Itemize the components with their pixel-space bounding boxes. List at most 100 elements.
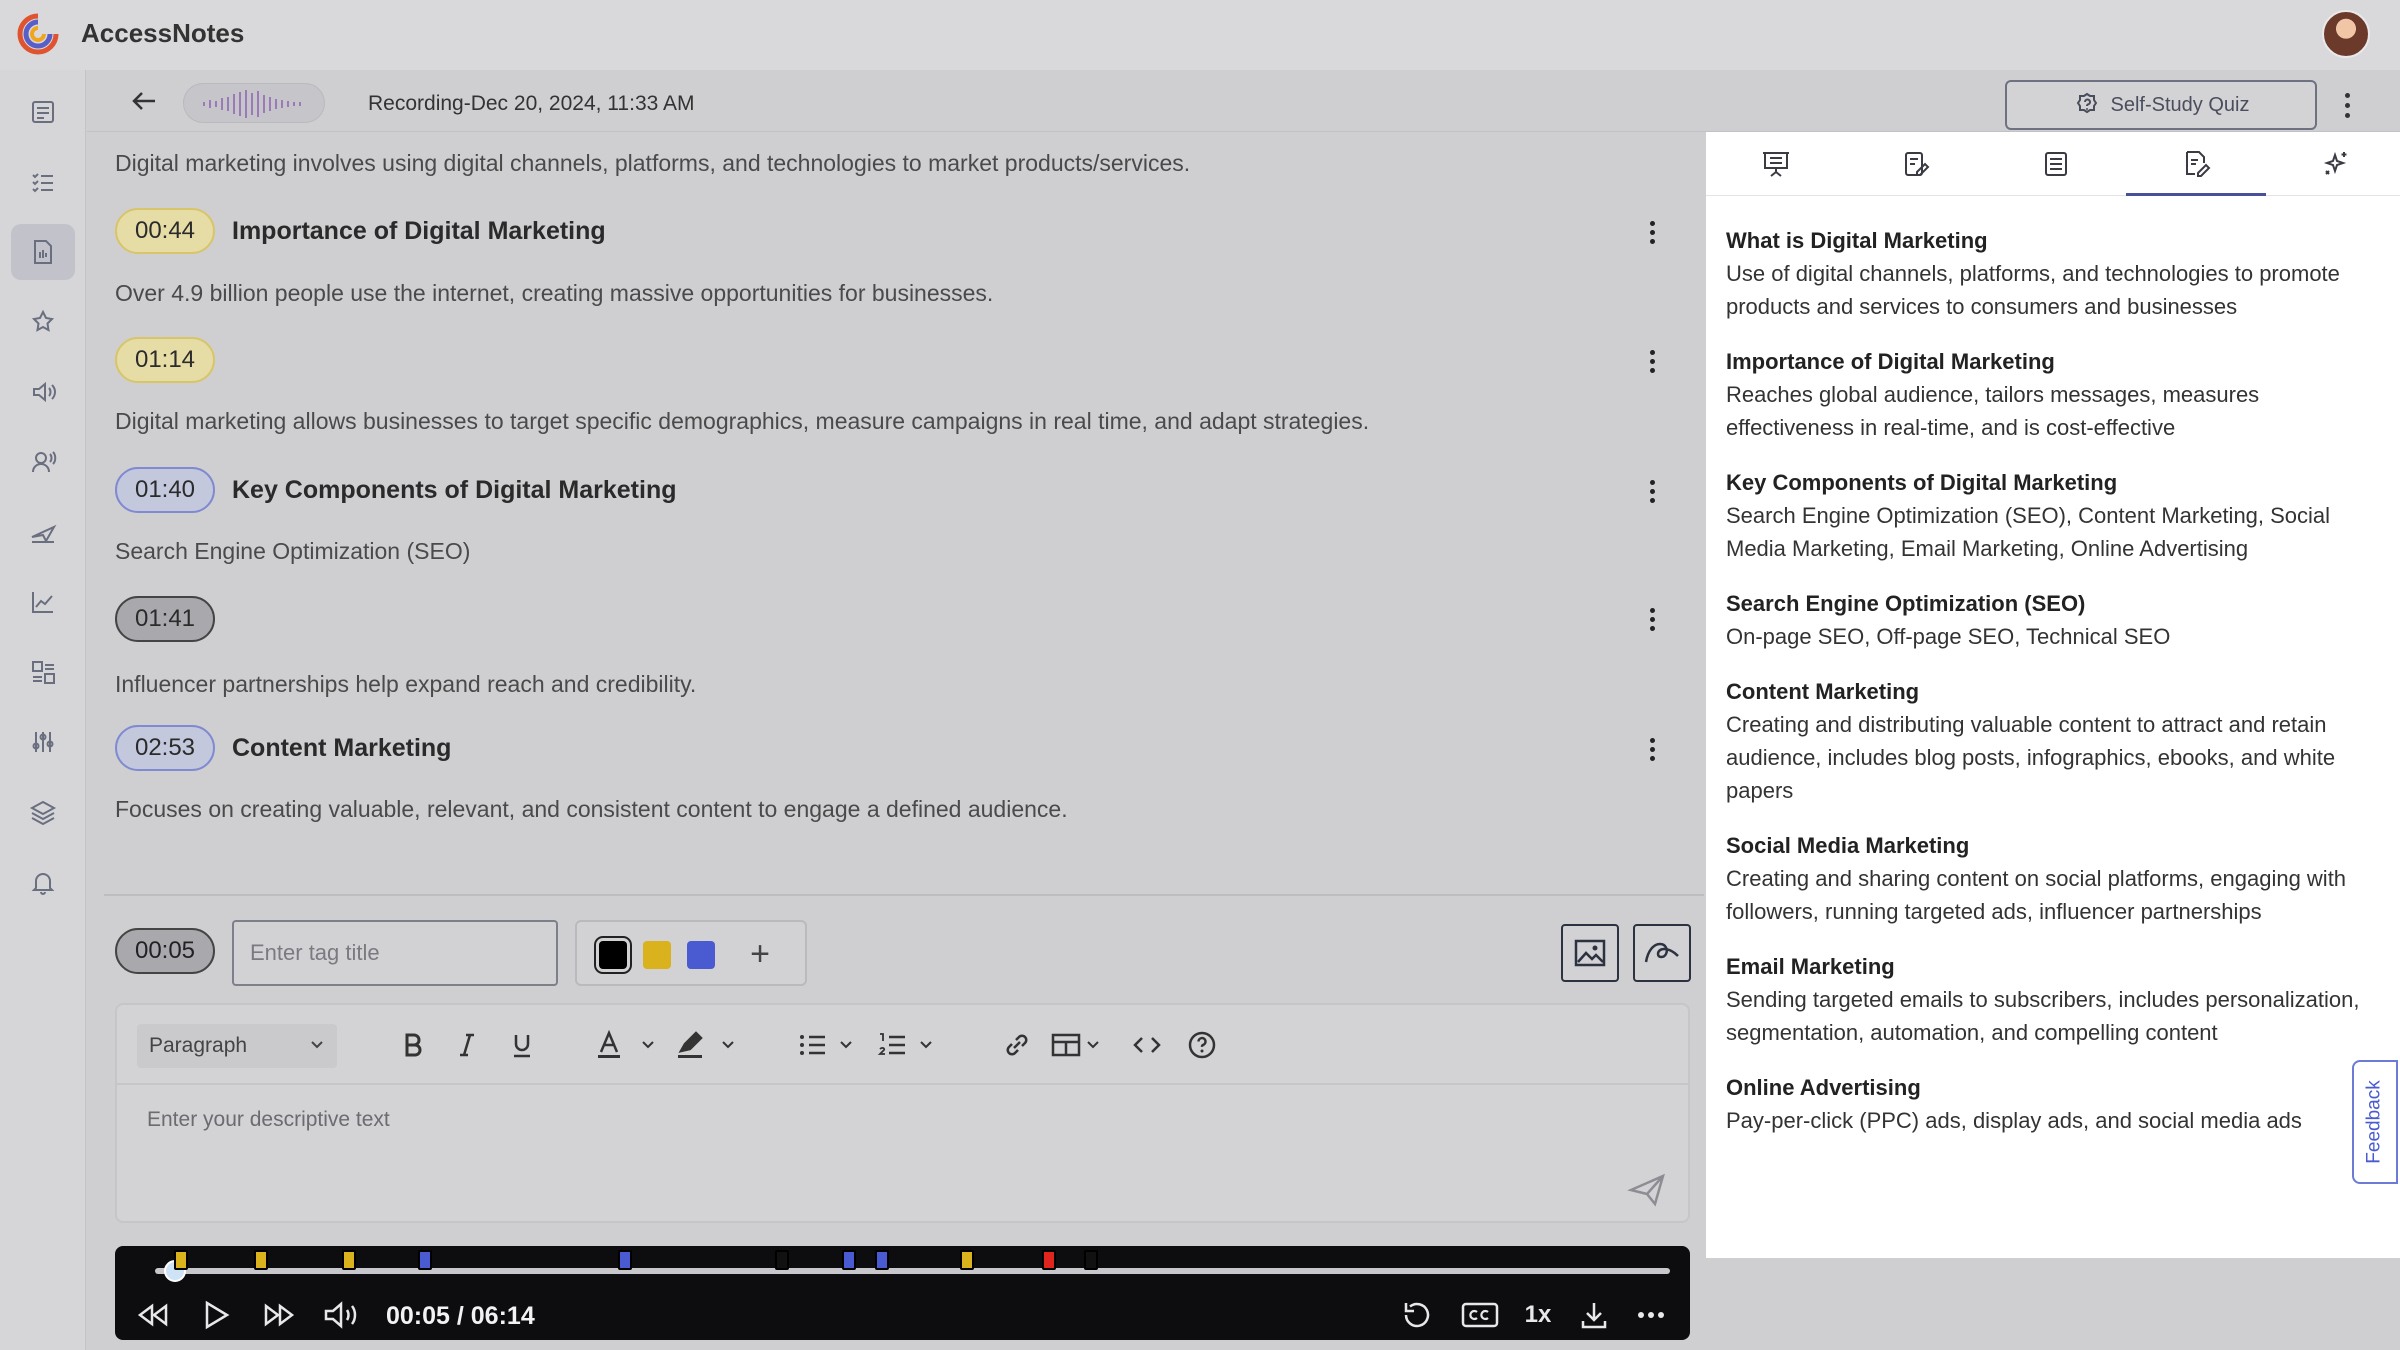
note-title: Key Components of Digital Marketing [1726,470,2118,495]
paper-plane-icon[interactable] [11,504,75,560]
text-color-icon [598,1030,654,1058]
tab-presentation[interactable] [1706,132,1846,196]
playback-time: 00:05 / 06:14 [386,1302,535,1330]
sparkle-icon [2323,151,2347,175]
back-button[interactable] [127,84,161,118]
underline-button[interactable] [504,1025,540,1065]
chevron-down-icon [311,1041,323,1049]
insert-image-button[interactable] [1561,924,1619,982]
timestamp-badge[interactable]: 01:41 [115,596,215,642]
timeline-marker[interactable] [254,1250,269,1270]
timeline-marker[interactable] [173,1250,188,1270]
layout-icon[interactable] [11,644,75,700]
document-edit-icon [1905,152,1930,176]
segment-menu-button[interactable] [1640,473,1664,509]
segment-menu-button[interactable] [1640,214,1664,250]
tab-document-edit[interactable] [1846,132,1986,196]
timestamp-badge[interactable]: 01:40 [115,467,215,513]
fast-forward-button[interactable] [259,1298,299,1332]
progress-track[interactable] [155,1268,1670,1274]
color-swatch-blue[interactable] [687,941,715,969]
rewind-button[interactable] [133,1298,173,1332]
notes-icon[interactable] [11,84,75,140]
segment-text: Digital marketing allows businesses to t… [115,408,1370,434]
volume-button[interactable] [320,1298,362,1332]
segment-heading: Content Marketing [232,734,452,762]
segment-menu-button[interactable] [1640,343,1664,379]
segment-menu-button[interactable] [1640,601,1664,637]
feedback-tab[interactable]: Feedback [2352,1060,2398,1184]
self-study-quiz-button[interactable]: Self-Study Quiz [2005,80,2317,130]
waveform-pill[interactable] [183,83,325,123]
top-bar: AccessNotes [0,0,2400,70]
link-icon [1006,1034,1028,1056]
description-editor-input[interactable]: Enter your descriptive text [147,1108,390,1132]
timestamp-badge[interactable]: 01:14 [115,337,215,383]
color-swatch-yellow[interactable] [643,941,671,969]
highlight-color-button[interactable] [675,1025,745,1065]
app-logo-icon [17,13,59,55]
code-button[interactable] [1127,1025,1167,1065]
download-button[interactable] [1574,1298,1614,1332]
italic-button[interactable] [449,1025,485,1065]
checklist-icon[interactable] [11,154,75,210]
speaker-icon[interactable] [11,364,75,420]
text-color-button[interactable] [595,1025,665,1065]
summary-note: Key Components of Digital Marketing Sear… [1726,466,2376,565]
player-more-button[interactable] [1631,1298,1671,1332]
tag-color-picker: + [575,920,807,986]
signature-icon [1644,942,1679,963]
sliders-icon[interactable] [11,714,75,770]
play-button[interactable] [198,1298,234,1332]
tag-title-input[interactable] [232,920,558,986]
insert-link-button[interactable] [997,1025,1037,1065]
replay-icon [1404,1302,1430,1328]
chart-line-icon[interactable] [11,574,75,630]
image-icon [1574,939,1606,967]
star-icon[interactable] [11,294,75,350]
tab-summary-edit[interactable] [2126,132,2266,196]
more-options-button[interactable] [2335,88,2359,122]
summary-note: Content Marketing Creating and distribut… [1726,675,2376,807]
timeline-marker[interactable] [775,1250,790,1270]
timeline-marker[interactable] [960,1250,975,1270]
bell-icon[interactable] [11,854,75,910]
color-swatch-black[interactable] [594,936,632,974]
timeline-marker[interactable] [1084,1250,1099,1270]
tab-ai-sparkle[interactable] [2266,132,2400,196]
document-audio-icon[interactable] [11,224,75,280]
numbered-list-button[interactable] [877,1025,943,1065]
segment-heading: Key Components of Digital Marketing [232,476,677,504]
list-icon [2045,152,2067,176]
bold-button[interactable] [395,1025,431,1065]
voice-icon[interactable] [11,434,75,490]
timeline-marker[interactable] [1041,1250,1056,1270]
rewind-icon [137,1303,168,1327]
insert-table-button[interactable] [1050,1025,1110,1065]
help-button[interactable] [1182,1025,1222,1065]
timestamp-badge[interactable]: 00:44 [115,208,215,254]
more-horizontal-icon [1638,1312,1664,1318]
bullet-list-icon [800,1035,852,1055]
timeline-marker[interactable] [417,1250,432,1270]
layers-icon[interactable] [11,784,75,840]
timeline-marker[interactable] [841,1250,856,1270]
paragraph-style-select[interactable]: Paragraph [137,1024,337,1068]
playback-speed-button[interactable]: 1x [1518,1298,1558,1332]
timeline-marker[interactable] [875,1250,890,1270]
tab-list[interactable] [1986,132,2126,196]
bullet-list-button[interactable] [797,1025,863,1065]
add-color-button[interactable]: + [740,934,780,974]
send-icon[interactable] [1627,1172,1667,1208]
segment-menu-button[interactable] [1640,731,1664,767]
timestamp-badge[interactable]: 02:53 [115,725,215,771]
captions-button[interactable] [1458,1298,1502,1332]
user-avatar[interactable] [2322,10,2370,58]
note-title: Email Marketing [1726,954,1895,979]
timeline-marker[interactable] [617,1250,632,1270]
timeline-marker[interactable] [341,1250,356,1270]
draw-signature-button[interactable] [1633,924,1691,982]
summary-note: Email Marketing Sending targeted emails … [1726,950,2376,1049]
replay-button[interactable] [1397,1298,1437,1332]
summary-edit-icon [2186,150,2211,177]
